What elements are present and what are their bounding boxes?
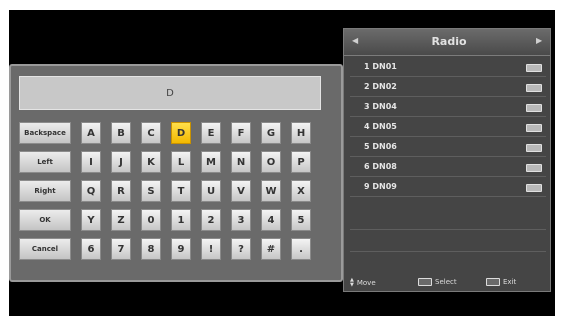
key-0-5[interactable]: F xyxy=(231,122,251,144)
key-4-3[interactable]: 9 xyxy=(171,238,191,260)
backspace-key[interactable]: Backspace xyxy=(19,122,71,144)
key-3-1[interactable]: Z xyxy=(111,209,131,231)
key-2-6[interactable]: W xyxy=(261,180,281,202)
channel-name: 6 DN08 xyxy=(364,162,397,171)
key-3-7[interactable]: 5 xyxy=(291,209,311,231)
channel-name: 1 DN01 xyxy=(364,62,397,71)
key-1-7[interactable]: P xyxy=(291,151,311,173)
channel-type-icon xyxy=(526,64,542,72)
channel-row[interactable]: 6 DN08 xyxy=(350,159,546,177)
key-0-2[interactable]: C xyxy=(141,122,161,144)
key-3-0[interactable]: Y xyxy=(81,209,101,231)
ok-key[interactable]: OK xyxy=(19,209,71,231)
select-hint-label: Select xyxy=(435,278,457,286)
key-0-3[interactable]: D xyxy=(171,122,191,144)
key-4-4[interactable]: ! xyxy=(201,238,221,260)
key-1-6[interactable]: O xyxy=(261,151,281,173)
key-1-2[interactable]: K xyxy=(141,151,161,173)
channel-row[interactable]: 1 DN01 xyxy=(350,59,546,77)
cancel-key[interactable]: Cancel xyxy=(19,238,71,260)
channel-type-icon xyxy=(526,184,542,192)
next-list-arrow-icon[interactable]: ▶ xyxy=(536,36,542,45)
left-key[interactable]: Left xyxy=(19,151,71,173)
exit-hint-label: Exit xyxy=(503,278,517,286)
key-3-3[interactable]: 1 xyxy=(171,209,191,231)
key-1-1[interactable]: J xyxy=(111,151,131,173)
channel-name: 2 DN02 xyxy=(364,82,397,91)
key-4-1[interactable]: 7 xyxy=(111,238,131,260)
key-1-3[interactable]: L xyxy=(171,151,191,173)
key-2-1[interactable]: R xyxy=(111,180,131,202)
right-key[interactable]: Right xyxy=(19,180,71,202)
exit-button-icon xyxy=(486,278,500,286)
move-hint-label: Move xyxy=(356,279,376,287)
channel-type-icon xyxy=(526,104,542,112)
channel-name: 9 DN09 xyxy=(364,182,397,191)
keyboard-panel: D Backspace Left Right OK Cancel ABCDEFG… xyxy=(9,64,343,282)
prev-list-arrow-icon[interactable]: ◀ xyxy=(352,36,358,45)
key-2-7[interactable]: X xyxy=(291,180,311,202)
channel-type-icon xyxy=(526,144,542,152)
key-1-4[interactable]: M xyxy=(201,151,221,173)
key-4-6[interactable]: # xyxy=(261,238,281,260)
list-divider xyxy=(350,229,546,230)
channel-row[interactable]: 4 DN05 xyxy=(350,119,546,137)
keyboard-input-display[interactable]: D xyxy=(19,76,321,110)
key-3-4[interactable]: 2 xyxy=(201,209,221,231)
channel-row[interactable]: 2 DN02 xyxy=(350,79,546,97)
key-0-1[interactable]: B xyxy=(111,122,131,144)
key-0-4[interactable]: E xyxy=(201,122,221,144)
key-4-0[interactable]: 6 xyxy=(81,238,101,260)
key-2-2[interactable]: S xyxy=(141,180,161,202)
key-4-7[interactable]: . xyxy=(291,238,311,260)
channel-row[interactable]: 3 DN04 xyxy=(350,99,546,117)
key-1-0[interactable]: I xyxy=(81,151,101,173)
tv-screen: D Backspace Left Right OK Cancel ABCDEFG… xyxy=(9,10,555,316)
channel-type-icon xyxy=(526,84,542,92)
move-arrows-icon: ▲ ▼ xyxy=(350,277,354,288)
radio-channel-panel: ◀ Radio ▶ 1 DN01 2 DN02 3 DN04 4 DN05 5 DN06… xyxy=(343,28,551,292)
radio-footer: ▲ ▼ Move Select Exit xyxy=(344,277,550,291)
ok-button-icon xyxy=(418,278,432,286)
channel-row[interactable]: 9 DN09 xyxy=(350,179,546,197)
channel-name: 5 DN06 xyxy=(364,142,397,151)
key-4-2[interactable]: 8 xyxy=(141,238,161,260)
radio-title: Radio xyxy=(431,35,467,48)
channel-type-icon xyxy=(526,124,542,132)
key-2-0[interactable]: Q xyxy=(81,180,101,202)
channel-type-icon xyxy=(526,164,542,172)
key-3-2[interactable]: 0 xyxy=(141,209,161,231)
key-2-5[interactable]: V xyxy=(231,180,251,202)
key-3-6[interactable]: 4 xyxy=(261,209,281,231)
radio-header: ◀ Radio ▶ xyxy=(344,29,550,56)
channel-name: 4 DN05 xyxy=(364,122,397,131)
key-2-3[interactable]: T xyxy=(171,180,191,202)
channel-name: 3 DN04 xyxy=(364,102,397,111)
key-0-6[interactable]: G xyxy=(261,122,281,144)
key-4-5[interactable]: ? xyxy=(231,238,251,260)
key-0-7[interactable]: H xyxy=(291,122,311,144)
key-1-5[interactable]: N xyxy=(231,151,251,173)
key-3-5[interactable]: 3 xyxy=(231,209,251,231)
list-divider xyxy=(350,251,546,252)
key-2-4[interactable]: U xyxy=(201,180,221,202)
key-0-0[interactable]: A xyxy=(81,122,101,144)
channel-row[interactable]: 5 DN06 xyxy=(350,139,546,157)
